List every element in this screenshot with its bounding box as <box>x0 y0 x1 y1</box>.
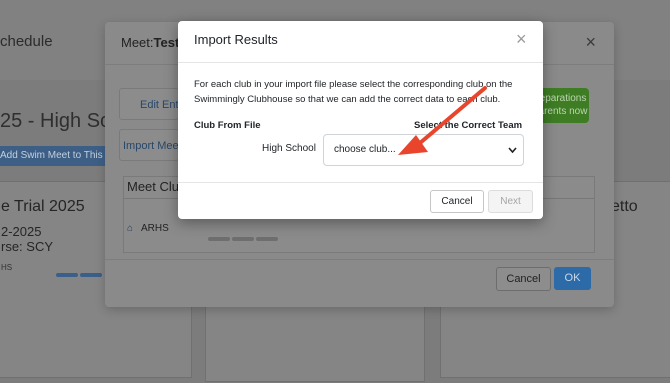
annotation-arrow-icon <box>398 86 487 155</box>
